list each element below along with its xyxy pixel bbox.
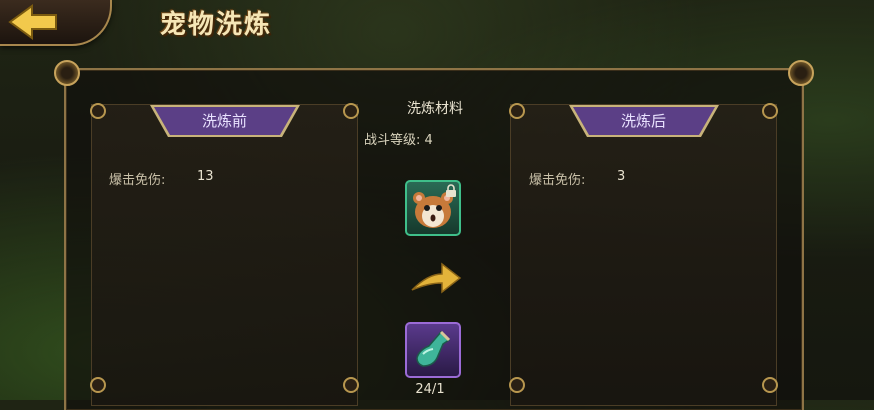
stat-value: 13 <box>197 169 214 184</box>
corner-ornament <box>788 60 814 86</box>
stat-label: 爆击免伤: <box>109 173 166 188</box>
panel-corner <box>509 377 525 393</box>
stat-label: 爆击免伤: <box>529 173 586 188</box>
lock-icon <box>446 184 456 197</box>
back-button[interactable] <box>0 0 112 46</box>
before-tab-label: 洗炼前 <box>201 112 247 130</box>
combat-level: 战斗等级: 4 <box>364 133 433 148</box>
stat-value: 3 <box>617 169 626 184</box>
panel-corner <box>343 377 359 393</box>
panel-corner <box>509 103 525 119</box>
panel-corner <box>762 103 778 119</box>
page-title: 宠物洗炼 <box>160 10 273 40</box>
panel-corner <box>762 377 778 393</box>
right-arrow-icon <box>411 262 462 294</box>
materials-title: 洗炼材料 <box>407 101 463 117</box>
after-panel: 洗炼后 爆击免伤: 3 <box>509 103 778 406</box>
green-potion-icon <box>416 330 451 367</box>
potion-count: 24/1 <box>415 382 445 397</box>
panel-corner <box>90 377 106 393</box>
before-panel: 洗炼前 爆击免伤: 13 <box>90 103 359 406</box>
after-tab-label: 洗炼后 <box>620 112 666 130</box>
panel-corner <box>90 103 106 119</box>
after-tab: 洗炼后 <box>568 105 719 137</box>
before-tab: 洗炼前 <box>149 105 300 137</box>
potion-slot[interactable] <box>405 322 461 378</box>
panel-corner <box>343 103 359 119</box>
corner-ornament <box>54 60 80 86</box>
pet-slot[interactable] <box>405 180 461 236</box>
back-arrow-icon <box>8 4 57 40</box>
